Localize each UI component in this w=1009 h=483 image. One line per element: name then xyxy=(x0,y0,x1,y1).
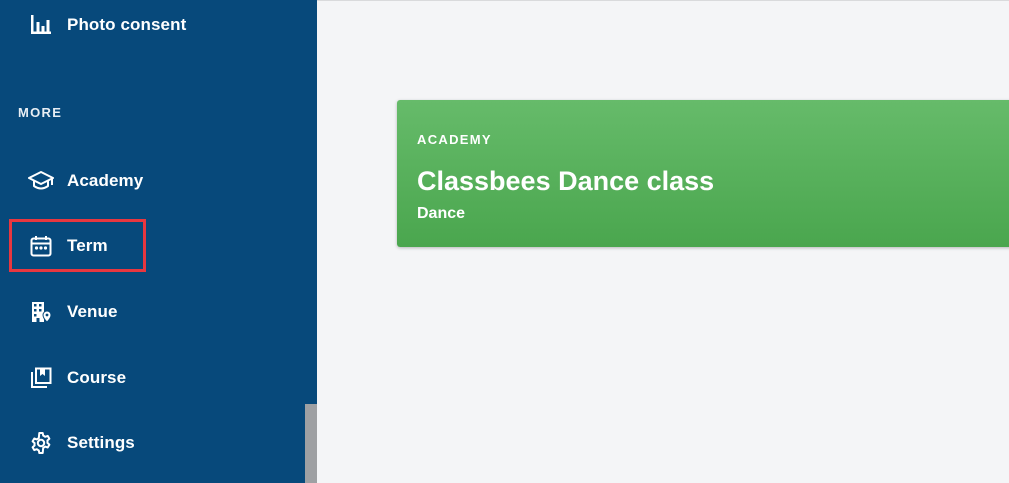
header-divider xyxy=(317,0,1009,1)
card-subtitle: Dance xyxy=(417,205,466,222)
sidebar-item-photo-consent[interactable]: Photo consent xyxy=(28,10,186,40)
graduation-cap-icon xyxy=(28,168,54,194)
academy-card[interactable]: ACADEMY Classbees Dance class Dance xyxy=(397,100,1009,247)
sidebar-item-label: Settings xyxy=(67,433,135,452)
sidebar-item-label: Course xyxy=(67,368,127,387)
term-highlight-box xyxy=(9,219,146,272)
section-heading-more: MORE xyxy=(18,105,63,120)
building-location-icon xyxy=(28,299,54,325)
sidebar-item-label: Academy xyxy=(67,171,144,190)
card-eyebrow: ACADEMY xyxy=(417,132,492,147)
sidebar-item-settings[interactable]: Settings xyxy=(28,428,135,458)
sidebar: Photo consent MORE Academy Term Venue Co… xyxy=(0,0,317,483)
sidebar-scrollbar-thumb[interactable] xyxy=(305,404,317,483)
sidebar-item-label: Photo consent xyxy=(67,15,187,34)
sidebar-item-course[interactable]: Course xyxy=(28,363,126,393)
gear-icon xyxy=(28,430,54,456)
book-collection-icon xyxy=(28,365,54,391)
sidebar-item-academy[interactable]: Academy xyxy=(28,166,143,196)
card-title: Classbees Dance class xyxy=(417,166,715,196)
sidebar-item-venue[interactable]: Venue xyxy=(28,297,118,327)
bar-chart-icon xyxy=(28,12,54,38)
sidebar-item-label: Venue xyxy=(67,302,118,321)
